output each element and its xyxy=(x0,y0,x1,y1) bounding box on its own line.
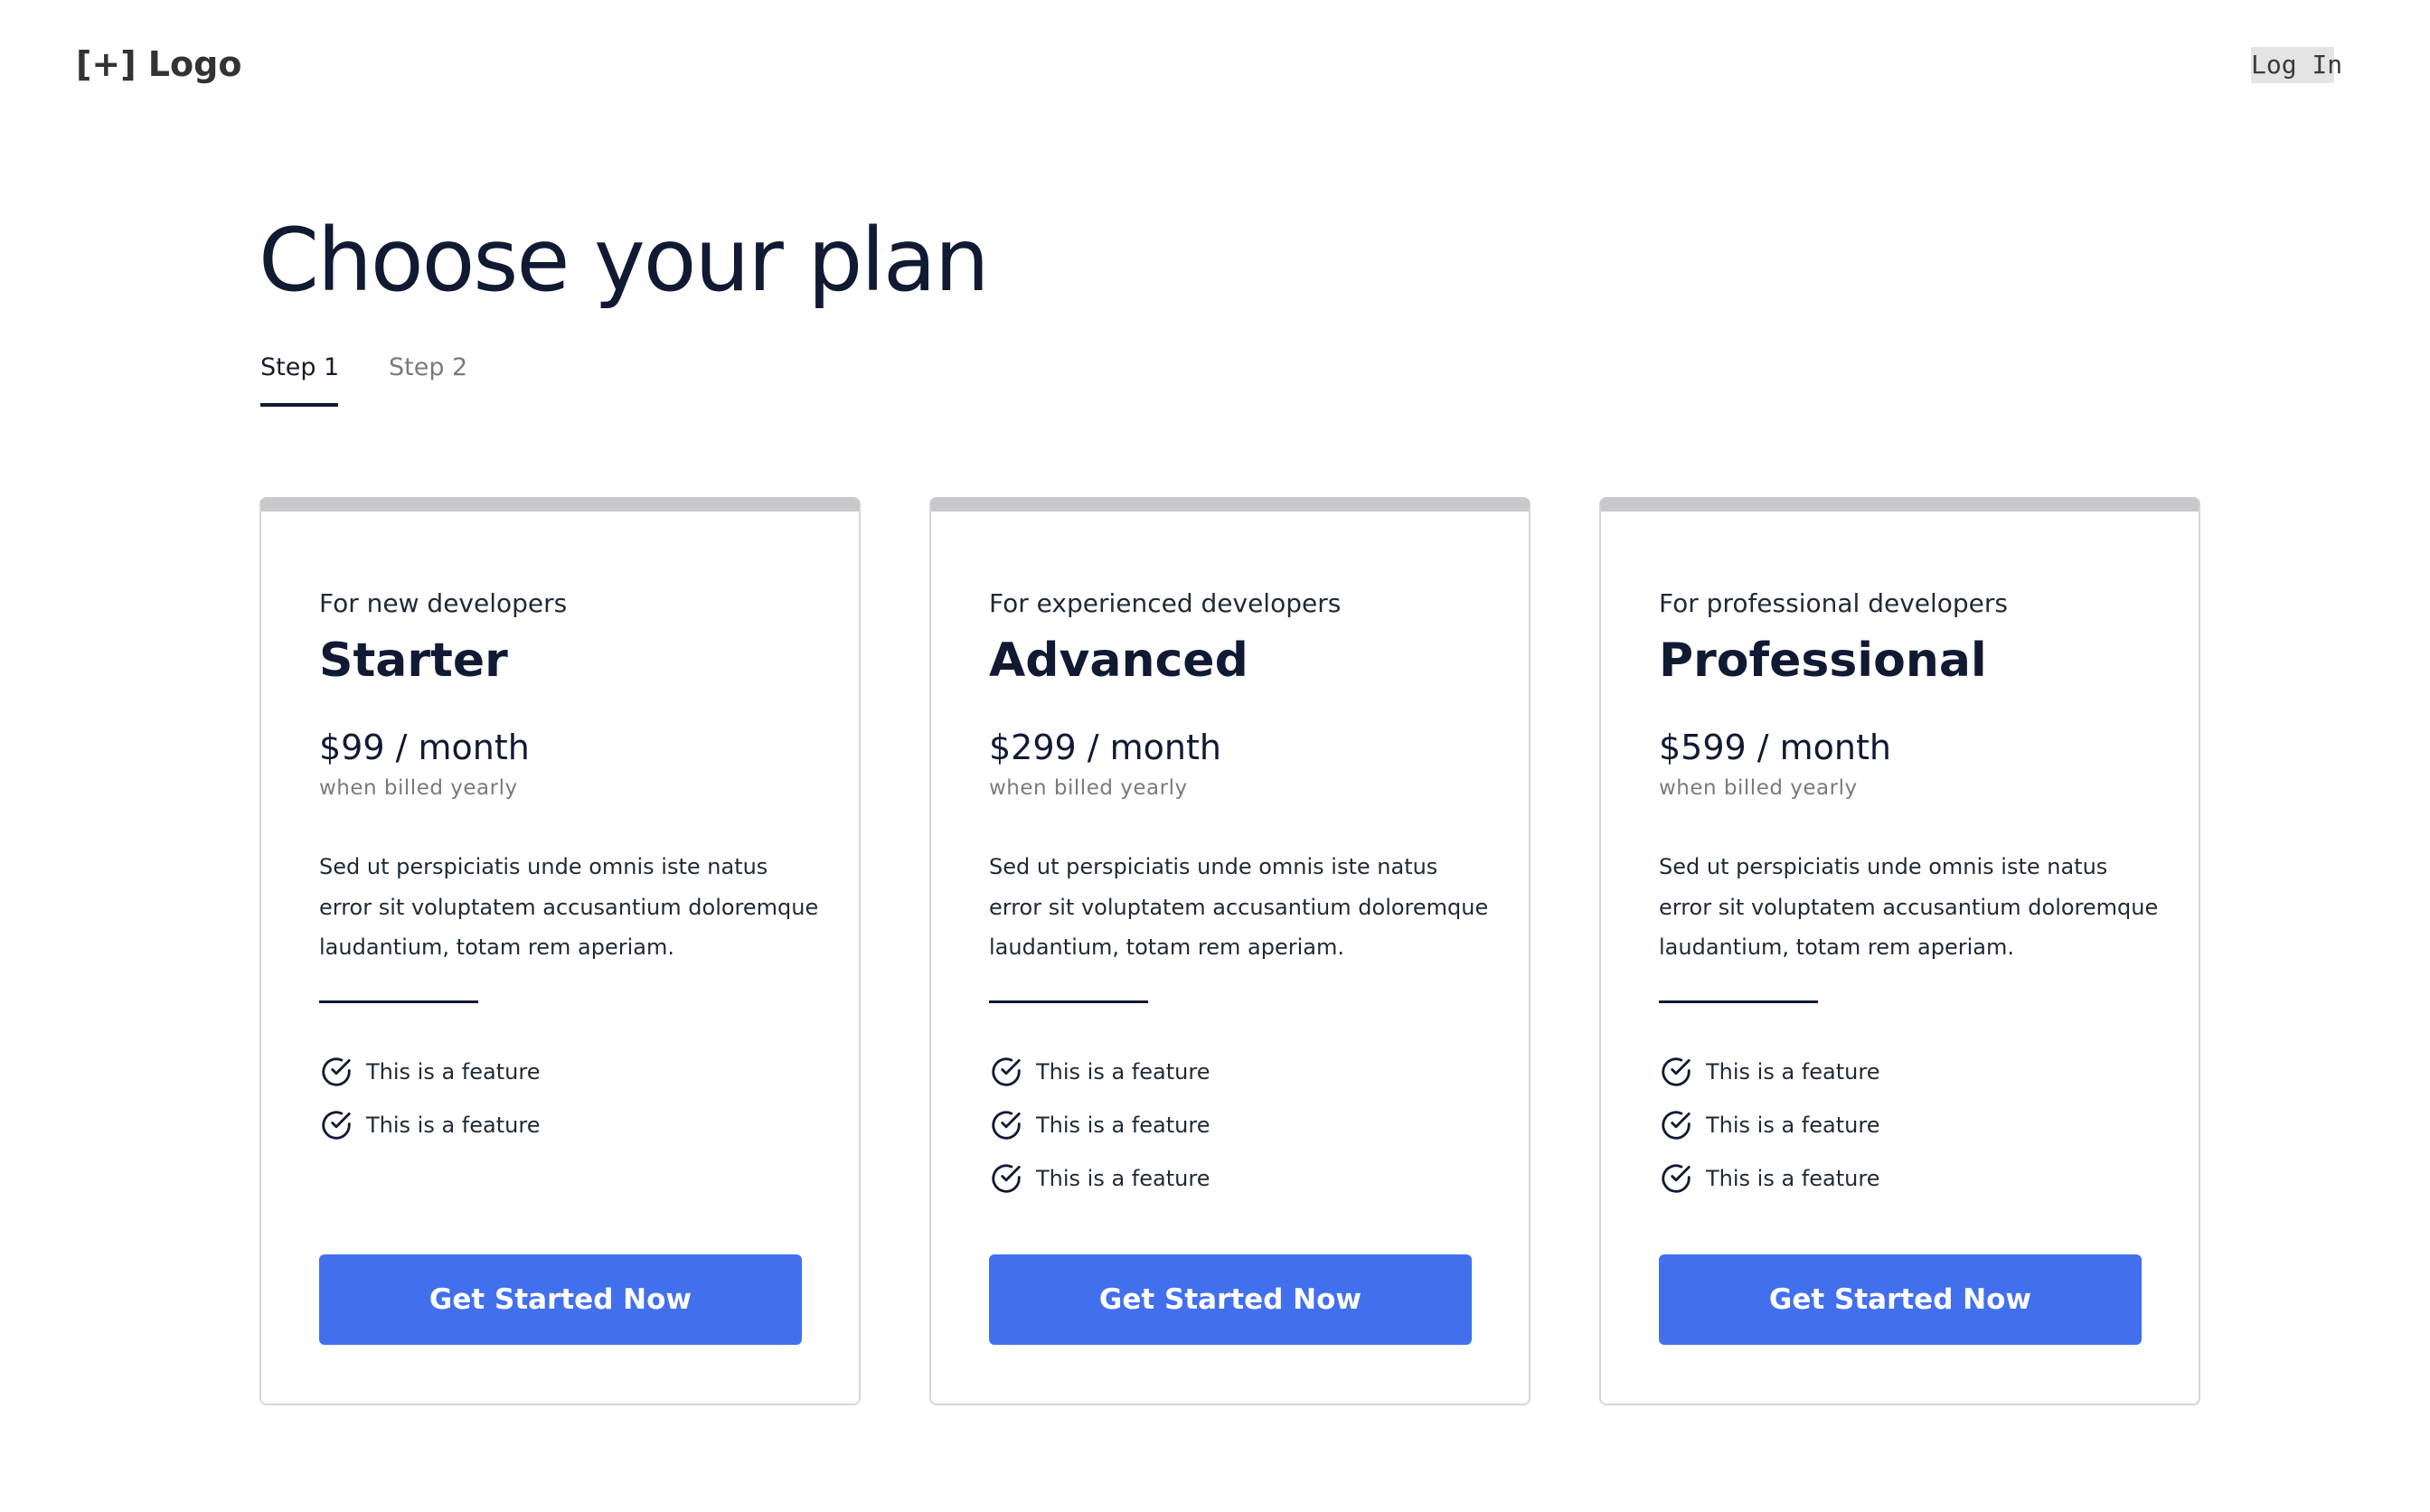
step-tabs: Step 1 Step 2 xyxy=(260,347,532,407)
pricing-page: [+] Logo Log In Choose your plan Step 1 … xyxy=(0,0,2430,1512)
feature-label: This is a feature xyxy=(1036,1165,1210,1191)
billing-note: when billed yearly xyxy=(1659,776,1858,800)
feature-item: This is a feature xyxy=(989,1045,1210,1098)
feature-item: This is a feature xyxy=(319,1045,540,1098)
feature-item: This is a feature xyxy=(1659,1098,1879,1151)
plan-name: Advanced xyxy=(989,634,1248,688)
get-started-button[interactable]: Get Started Now xyxy=(989,1254,1472,1345)
feature-label: This is a feature xyxy=(1706,1165,1880,1191)
feature-item: This is a feature xyxy=(1659,1045,1879,1098)
feature-list: This is a feature This is a feature This… xyxy=(989,1045,1210,1205)
divider xyxy=(989,1000,1148,1003)
check-circle-icon xyxy=(992,1110,1021,1140)
get-started-button[interactable]: Get Started Now xyxy=(319,1254,802,1345)
plan-description: Sed ut perspiciatis unde omnis iste natu… xyxy=(319,854,819,960)
feature-item: This is a feature xyxy=(989,1098,1210,1151)
plan-price: $599 / month xyxy=(1659,728,1892,767)
check-circle-icon xyxy=(1662,1110,1691,1140)
get-started-button[interactable]: Get Started Now xyxy=(1659,1254,2142,1345)
logo[interactable]: [+] Logo xyxy=(76,42,241,87)
check-circle-icon xyxy=(1662,1163,1691,1193)
feature-label: This is a feature xyxy=(366,1112,541,1138)
plan-price: $99 / month xyxy=(319,728,530,767)
check-circle-icon xyxy=(1662,1057,1691,1086)
feature-item: This is a feature xyxy=(1659,1151,1879,1205)
page-title: Choose your plan xyxy=(259,210,990,311)
plan-card-professional: For professional developers Professional… xyxy=(1599,497,2200,1405)
check-circle-icon xyxy=(322,1057,351,1086)
check-circle-icon xyxy=(992,1057,1021,1086)
check-circle-icon xyxy=(992,1163,1021,1193)
billing-note: when billed yearly xyxy=(989,776,1188,800)
plan-card-advanced: For experienced developers Advanced $299… xyxy=(929,497,1531,1405)
feature-label: This is a feature xyxy=(366,1058,541,1085)
feature-label: This is a feature xyxy=(1036,1058,1210,1085)
plan-name: Professional xyxy=(1659,634,1987,688)
check-circle-icon xyxy=(322,1110,351,1140)
plan-name: Starter xyxy=(319,634,508,688)
log-in-button[interactable]: Log In xyxy=(2251,47,2342,83)
plan-audience: For professional developers xyxy=(1659,588,2009,618)
feature-label: This is a feature xyxy=(1706,1058,1880,1085)
plan-description: Sed ut perspiciatis unde omnis iste natu… xyxy=(1659,854,2159,960)
divider xyxy=(319,1000,478,1003)
feature-label: This is a feature xyxy=(1706,1112,1880,1138)
tab-step-2[interactable]: Step 2 xyxy=(389,347,470,407)
plan-audience: For new developers xyxy=(319,588,568,618)
feature-item: This is a feature xyxy=(319,1098,540,1151)
plan-audience: For experienced developers xyxy=(989,588,1342,618)
tab-step-1[interactable]: Step 1 xyxy=(260,347,339,407)
plan-card-starter: For new developers Starter $99 / month w… xyxy=(259,497,861,1405)
divider xyxy=(1659,1000,1818,1003)
feature-list: This is a feature This is a feature xyxy=(319,1045,540,1151)
billing-note: when billed yearly xyxy=(319,776,518,800)
feature-item: This is a feature xyxy=(989,1151,1210,1205)
plan-description: Sed ut perspiciatis unde omnis iste natu… xyxy=(989,854,1489,960)
plan-price: $299 / month xyxy=(989,728,1222,767)
feature-list: This is a feature This is a feature This… xyxy=(1659,1045,1879,1205)
feature-label: This is a feature xyxy=(1036,1112,1210,1138)
